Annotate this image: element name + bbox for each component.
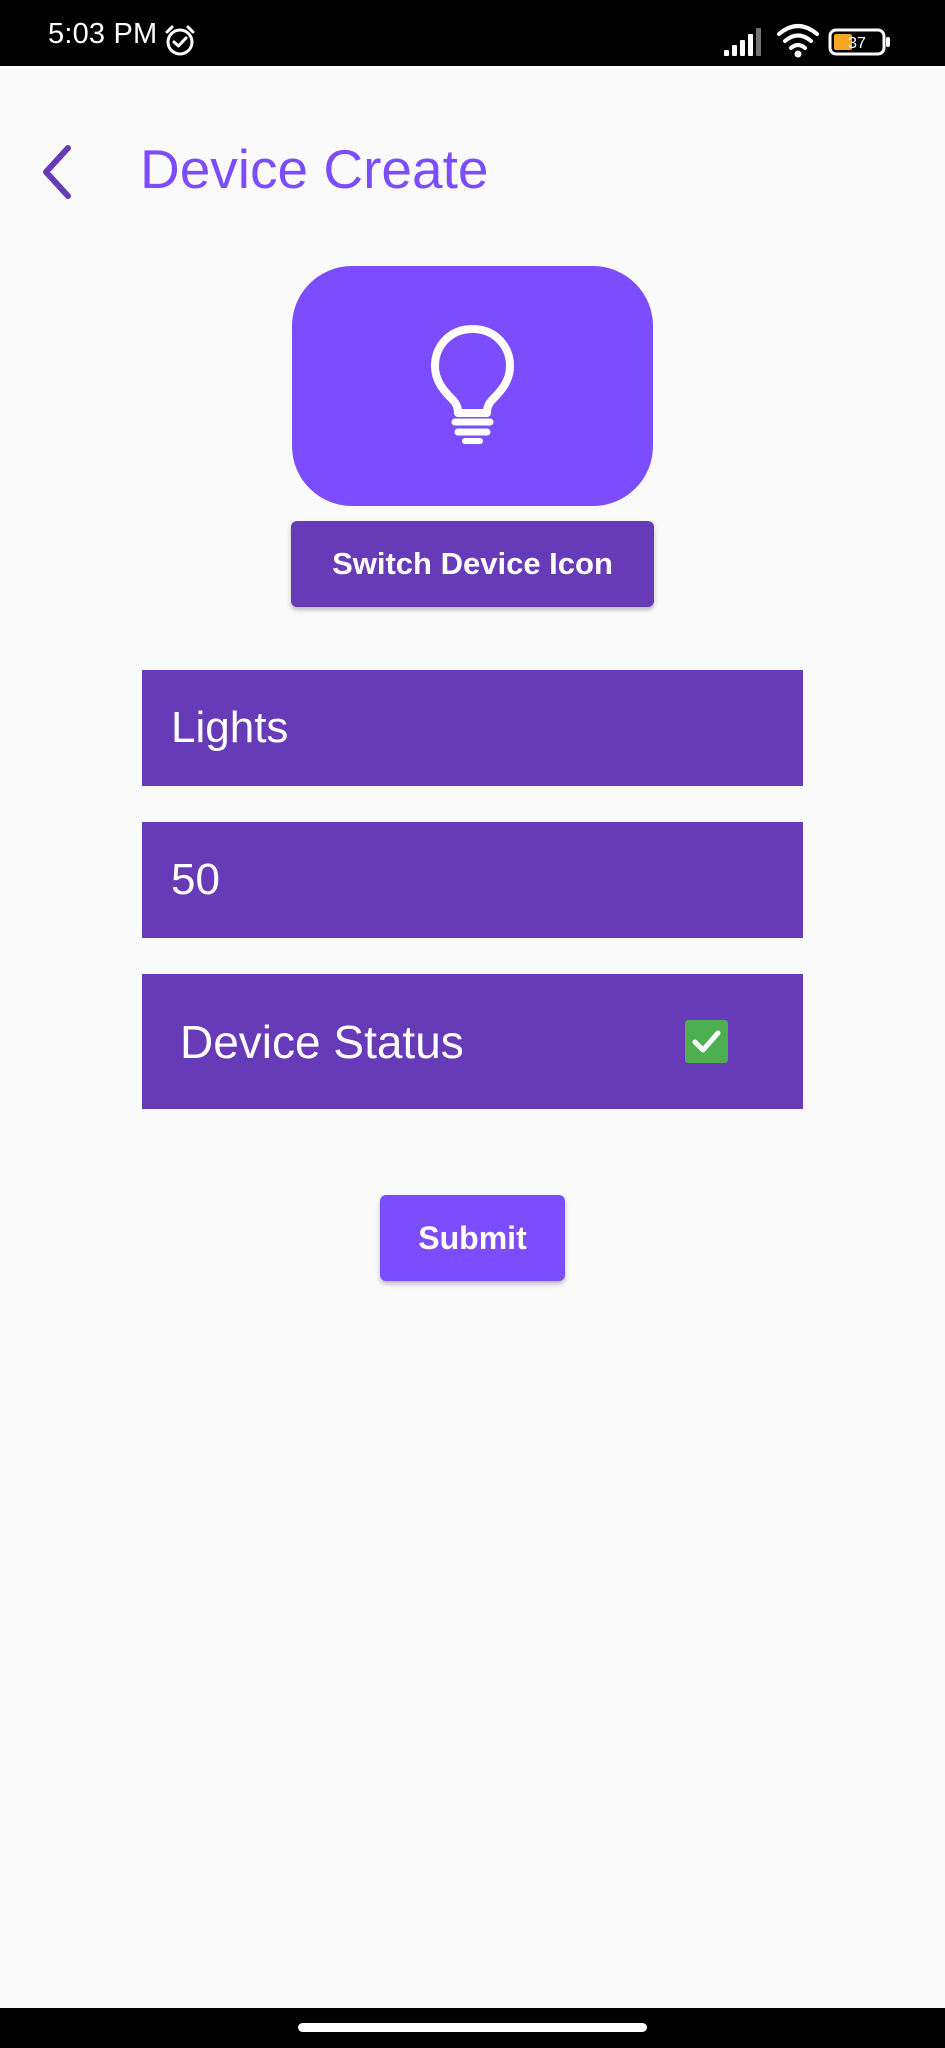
device-name-value: Lights (171, 703, 289, 752)
battery-level-text: 37 (848, 35, 866, 52)
checkmark-icon (692, 1030, 721, 1053)
device-icon-preview (292, 266, 653, 506)
device-value-value: 50 (171, 855, 220, 904)
status-bar: 5:03 PM 37 (0, 0, 945, 66)
page-title: Device Create (140, 138, 489, 200)
alarm-icon (165, 25, 195, 56)
device-name-input[interactable]: Lights (142, 670, 803, 786)
back-button[interactable] (34, 140, 82, 204)
switch-device-icon-button[interactable]: Switch Device Icon (291, 521, 654, 607)
battery-icon: 37 (828, 28, 890, 56)
lightbulb-icon (431, 325, 514, 444)
device-status-checkbox[interactable] (685, 1020, 728, 1063)
chevron-left-icon (43, 145, 71, 199)
wifi-icon (777, 24, 819, 58)
submit-button[interactable]: Submit (380, 1195, 565, 1281)
device-value-input[interactable]: 50 (142, 822, 803, 938)
status-time: 5:03 PM (48, 18, 158, 50)
home-indicator[interactable] (298, 2023, 647, 2032)
device-status-label: Device Status (180, 1015, 464, 1068)
device-status-row: Device Status (142, 974, 803, 1109)
signal-icon (724, 28, 761, 56)
